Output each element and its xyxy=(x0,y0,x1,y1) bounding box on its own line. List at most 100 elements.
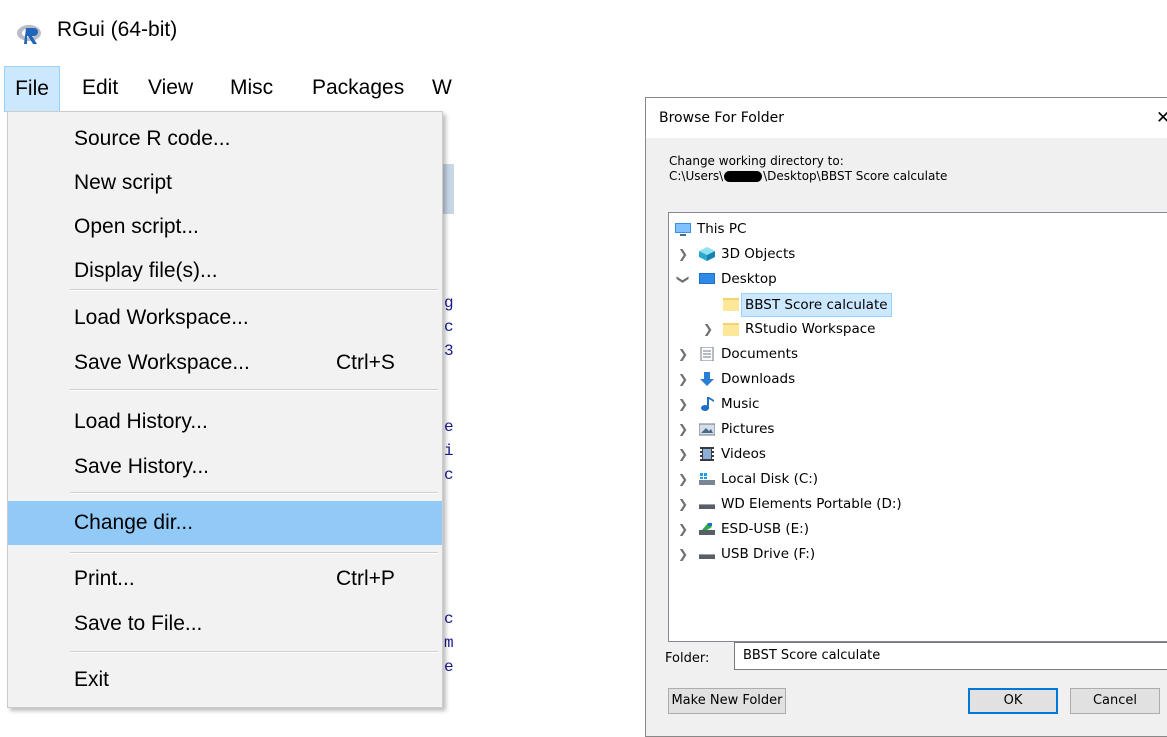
menu-item-label: Save History... xyxy=(74,455,209,478)
tree-item-label: Pictures xyxy=(721,421,775,437)
menu-item-open-script[interactable]: Open script... xyxy=(8,205,442,249)
menu-item-save-workspace[interactable]: Save Workspace... Ctrl+S xyxy=(8,341,442,385)
chevron-down-icon[interactable]: ❯ xyxy=(671,274,696,286)
menu-item-display-files[interactable]: Display file(s)... xyxy=(8,249,442,293)
menu-item-change-dir[interactable]: Change dir... xyxy=(8,501,442,545)
menu-separator xyxy=(70,289,438,291)
dialog-description: Change working directory to: xyxy=(669,154,844,168)
chevron-right-icon[interactable]: ❯ xyxy=(677,442,689,467)
document-icon xyxy=(700,347,714,361)
tree-item-downloads[interactable]: ❯ Downloads xyxy=(669,367,1167,392)
pc-icon xyxy=(675,223,691,236)
make-new-folder-button[interactable]: Make New Folder xyxy=(668,688,786,714)
tree-item-label: USB Drive (F:) xyxy=(721,546,816,562)
video-icon xyxy=(700,447,714,461)
menu-separator xyxy=(70,552,438,554)
console-text: c xyxy=(444,318,454,336)
menu-item-label: Save to File... xyxy=(74,612,203,635)
console-text: e xyxy=(444,658,454,676)
tree-item-wd-elements-d[interactable]: ❯ WD Elements Portable (D:) xyxy=(669,492,1167,517)
dialog-titlebar: Browse For Folder ✕ xyxy=(646,98,1167,138)
rgui-titlebar: RGui (64-bit) xyxy=(0,0,470,66)
menu-item-load-history[interactable]: Load History... xyxy=(8,400,442,444)
console-text: m xyxy=(444,634,454,652)
menu-item-source-r-code[interactable]: Source R code... xyxy=(8,117,442,161)
tree-item-label: WD Elements Portable (D:) xyxy=(721,496,902,512)
tree-item-documents[interactable]: ❯ Documents xyxy=(669,342,1167,367)
tree-item-local-disk-c[interactable]: ❯ Local Disk (C:) xyxy=(669,467,1167,492)
menubar: File Edit View Misc Packages W xyxy=(0,66,460,112)
r-logo-icon xyxy=(17,25,41,44)
tree-item-music[interactable]: ❯ Music xyxy=(669,392,1167,417)
tree-item-this-pc[interactable]: This PC xyxy=(669,217,1167,242)
tree-item-pictures[interactable]: ❯ Pictures xyxy=(669,417,1167,442)
chevron-right-icon[interactable]: ❯ xyxy=(702,317,714,342)
chevron-right-icon[interactable]: ❯ xyxy=(677,417,689,442)
tree-item-label: Downloads xyxy=(721,371,796,387)
close-icon[interactable]: ✕ xyxy=(1156,108,1167,128)
menu-item-save-history[interactable]: Save History... xyxy=(8,445,442,489)
console-text: 3 xyxy=(444,342,454,360)
menu-item-exit[interactable]: Exit xyxy=(8,658,442,702)
chevron-right-icon[interactable]: ❯ xyxy=(677,517,689,542)
console-text: c xyxy=(444,466,454,484)
browse-for-folder-dialog: Browse For Folder ✕ Change working direc… xyxy=(645,97,1167,737)
chevron-right-icon[interactable]: ❯ xyxy=(677,492,689,517)
tree-item-bbst-score-calculate[interactable]: BBST Score calculate xyxy=(669,292,1167,317)
menu-item-label: New script xyxy=(74,171,173,194)
menu-edit[interactable]: Edit xyxy=(82,66,118,112)
menu-item-label: Exit xyxy=(74,668,110,691)
console-text: g xyxy=(444,294,454,312)
menu-item-label: Display file(s)... xyxy=(74,259,218,282)
tree-item-label: Local Disk (C:) xyxy=(721,471,819,487)
tree-item-label: 3D Objects xyxy=(721,246,796,262)
folder-tree[interactable]: This PC ❯ 3D Objects ❯ Desktop BBST Scor… xyxy=(668,212,1167,642)
menu-item-print[interactable]: Print... Ctrl+P xyxy=(8,557,442,601)
menu-item-shortcut: Ctrl+S xyxy=(336,351,395,374)
menu-item-new-script[interactable]: New script xyxy=(8,161,442,205)
tree-item-3d-objects[interactable]: ❯ 3D Objects xyxy=(669,242,1167,267)
cube-icon xyxy=(699,247,715,261)
desktop-icon xyxy=(699,273,715,284)
menu-view[interactable]: View xyxy=(148,66,193,112)
redacted-username xyxy=(724,171,763,182)
chevron-right-icon[interactable]: ❯ xyxy=(677,242,689,267)
chevron-right-icon[interactable]: ❯ xyxy=(677,542,689,567)
menu-misc[interactable]: Misc xyxy=(230,66,273,112)
tree-item-usb-drive-f[interactable]: ❯ USB Drive (F:) xyxy=(669,542,1167,567)
chevron-right-icon[interactable]: ❯ xyxy=(677,342,689,367)
menu-item-load-workspace[interactable]: Load Workspace... xyxy=(8,296,442,340)
tree-item-label: RStudio Workspace xyxy=(745,321,876,337)
menu-item-label: Print... xyxy=(74,567,135,590)
folder-input[interactable]: BBST Score calculate xyxy=(734,642,1167,670)
dialog-title: Browse For Folder xyxy=(659,110,785,126)
menu-file[interactable]: File xyxy=(4,66,60,112)
menu-packages[interactable]: Packages xyxy=(312,66,404,112)
tree-item-desktop[interactable]: ❯ Desktop xyxy=(669,267,1167,292)
windows-drive-icon xyxy=(699,473,715,485)
tree-item-label: Desktop xyxy=(721,271,777,287)
chevron-right-icon[interactable]: ❯ xyxy=(677,467,689,492)
tree-item-esd-usb-e[interactable]: ❯ ESD-USB (E:) xyxy=(669,517,1167,542)
tree-item-rstudio-workspace[interactable]: ❯ RStudio Workspace xyxy=(669,317,1167,342)
usb-drive-icon xyxy=(699,523,715,535)
cancel-button[interactable]: Cancel xyxy=(1070,688,1160,714)
chevron-right-icon[interactable]: ❯ xyxy=(677,392,689,417)
console-area[interactable]: g c 3 e i c c m e xyxy=(440,112,470,712)
console-text: e xyxy=(444,418,454,436)
music-icon xyxy=(701,397,714,411)
tree-item-videos[interactable]: ❯ Videos xyxy=(669,442,1167,467)
tree-item-label: BBST Score calculate xyxy=(741,293,892,317)
ok-button[interactable]: OK xyxy=(968,688,1058,714)
menu-item-save-to-file[interactable]: Save to File... xyxy=(8,602,442,646)
menu-item-label: Load History... xyxy=(74,410,208,433)
path-suffix: \Desktop\BBST Score calculate xyxy=(763,169,948,183)
menu-item-label: Change dir... xyxy=(74,511,194,534)
window-title: RGui (64-bit) xyxy=(57,18,178,41)
tree-item-label: ESD-USB (E:) xyxy=(721,521,809,537)
chevron-right-icon[interactable]: ❯ xyxy=(677,367,689,392)
menu-separator xyxy=(70,492,438,494)
menu-windows[interactable]: W xyxy=(432,66,452,112)
folder-icon xyxy=(723,298,739,311)
menu-item-label: Open script... xyxy=(74,215,199,238)
